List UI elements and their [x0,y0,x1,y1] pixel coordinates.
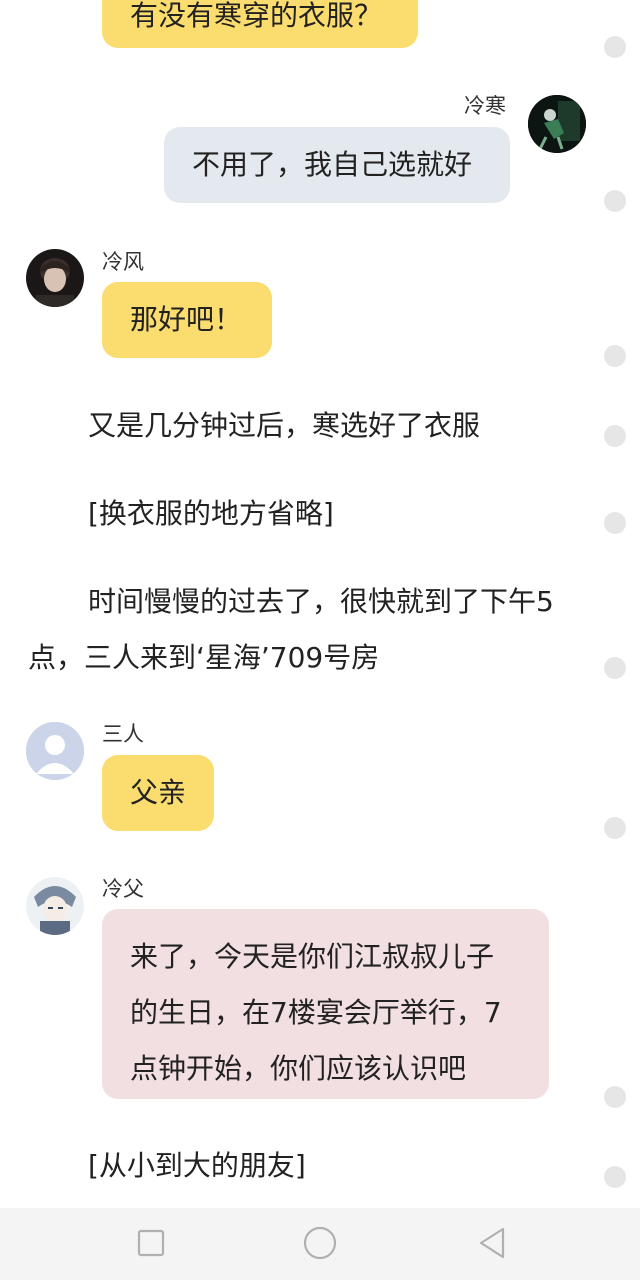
avatar[interactable] [26,722,84,780]
message-text: 那好吧！ [130,303,243,336]
message-bubble: 来了，今天是你们江叔叔儿子 的生日，在7楼宴会厅举行，7 点钟开始，你们应该认识… [102,909,549,1099]
message-bubble: 那好吧！ [102,282,272,358]
sender-name: 三人 [102,722,144,746]
scroll-dot [604,36,626,58]
circle-icon [303,1226,337,1260]
message-bubble: 有没有寒穿的衣服？ [102,0,418,48]
avatar-image [528,95,586,153]
scroll-dot [604,345,626,367]
avatar[interactable] [528,95,586,153]
avatar-image [26,249,84,307]
default-avatar-icon [26,722,84,780]
sender-name: 冷寒 [464,94,506,118]
square-icon [137,1229,165,1257]
recent-apps-button[interactable] [136,1228,166,1262]
scroll-dot [604,425,626,447]
message-bubble: 父亲 [102,755,214,831]
scroll-dot [604,1086,626,1108]
avatar[interactable] [26,249,84,307]
message-text: 不用了，我自己选就好 [192,148,473,181]
scroll-dot [604,657,626,679]
message-bubble: 不用了，我自己选就好 [164,127,510,203]
avatar[interactable] [26,877,84,935]
scroll-dot [604,817,626,839]
sender-name: 冷父 [102,877,144,901]
narration-text: [换衣服的地方省略] [88,497,334,530]
message-text-line: 的生日，在7楼宴会厅举行，7 [130,996,502,1029]
narration-text: 点，三人来到‘星海’709号房 [28,641,380,674]
message-text: 父亲 [130,776,187,809]
back-button[interactable] [476,1226,508,1264]
triangle-back-icon [479,1227,505,1259]
home-button[interactable] [303,1226,337,1264]
narration-text: [从小到大的朋友] [88,1149,306,1182]
narration-text: 时间慢慢的过去了，很快就到了下午5 [88,585,554,618]
sender-name: 冷风 [102,250,144,274]
message-text-line: 来了，今天是你们江叔叔儿子 [130,940,495,973]
avatar-image [26,877,84,935]
scroll-dot [604,190,626,212]
narration-text: 又是几分钟过后，寒选好了衣服 [88,409,481,442]
scroll-dot [604,1166,626,1188]
message-text: 有没有寒穿的衣服？ [130,0,383,32]
navigation-bar [0,1208,640,1280]
message-text-line: 点钟开始，你们应该认识吧 [130,1052,467,1085]
scroll-dot [604,512,626,534]
